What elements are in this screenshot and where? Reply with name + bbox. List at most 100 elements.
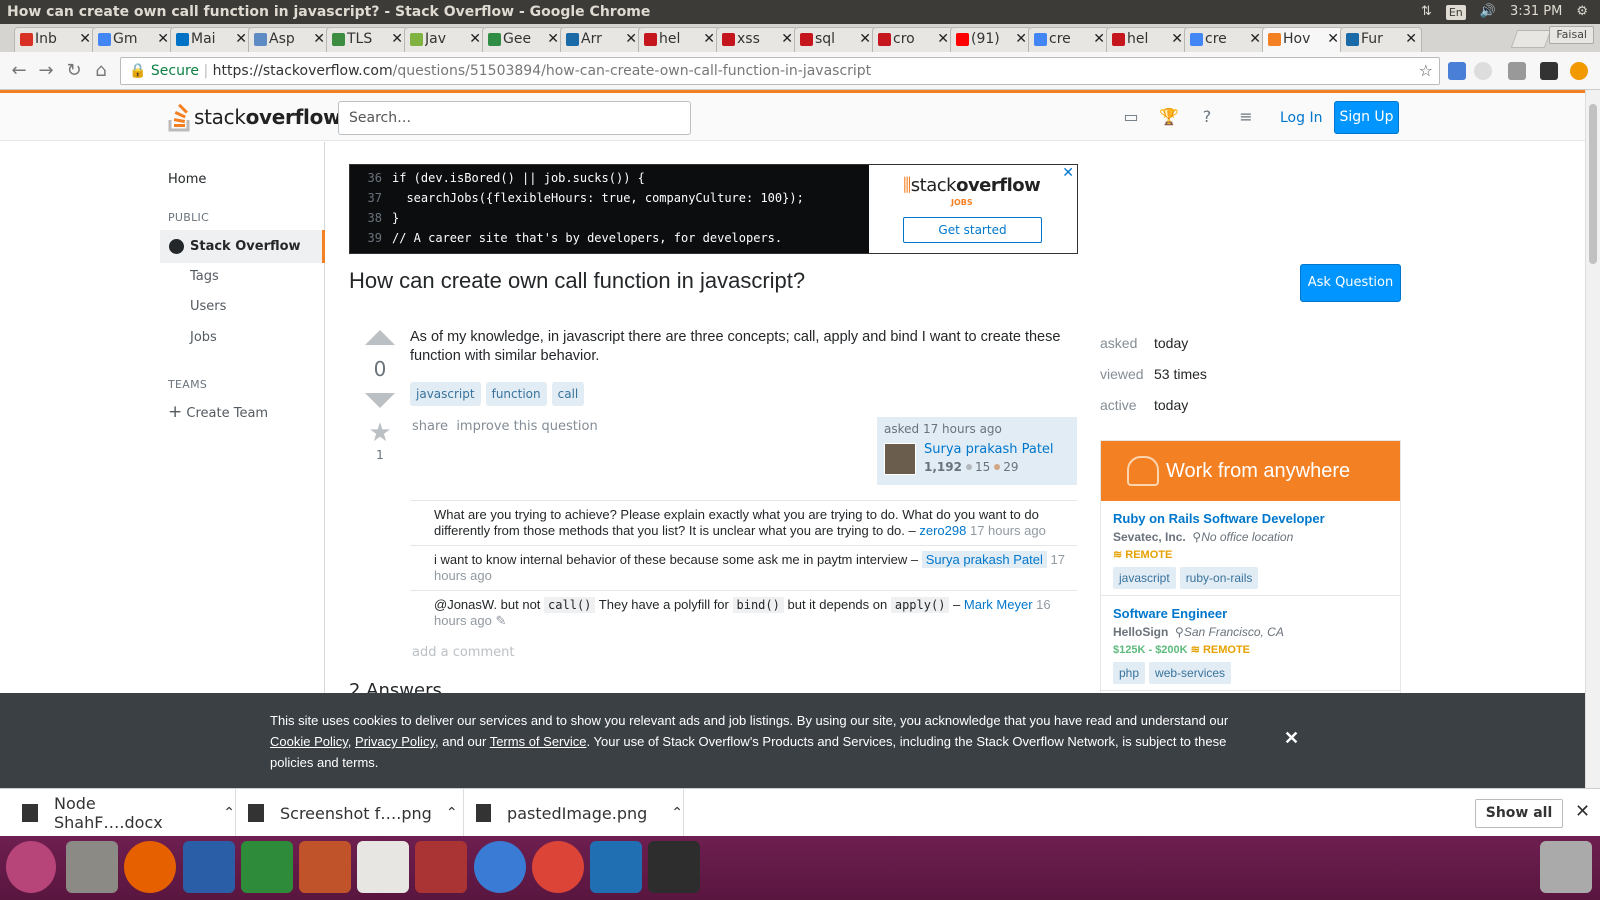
close-tab-icon[interactable]: ✕ <box>235 28 247 51</box>
close-tab-icon[interactable]: ✕ <box>391 28 403 51</box>
browser-tab[interactable]: Asp ✕ <box>248 27 330 52</box>
trophy-icon[interactable]: 🏆 <box>1158 107 1180 127</box>
close-tab-icon[interactable]: ✕ <box>859 28 871 51</box>
volume-icon[interactable]: 🔊 <box>1480 0 1496 24</box>
close-tab-icon[interactable]: ✕ <box>1171 28 1183 51</box>
close-tab-icon[interactable]: ✕ <box>1093 28 1105 51</box>
close-tab-icon[interactable]: ✕ <box>79 28 91 51</box>
nav-jobs[interactable]: Jobs <box>190 330 217 345</box>
privacy-policy-link[interactable]: Privacy Policy <box>355 734 435 749</box>
browser-tab[interactable]: Fur ✕ <box>1340 27 1422 52</box>
vscode-icon[interactable] <box>590 841 642 893</box>
terms-of-service-link[interactable]: Terms of Service <box>490 734 587 749</box>
chevron-up-icon[interactable]: ⌃ <box>671 805 683 821</box>
nav-users[interactable]: Users <box>190 299 226 314</box>
jobs-header[interactable]: Work from anywhere <box>1101 441 1400 501</box>
job-tag[interactable]: php <box>1113 662 1146 684</box>
chevron-up-icon[interactable]: ⌃ <box>223 805 235 821</box>
asker-name[interactable]: Surya prakash Patel <box>924 442 1054 457</box>
login-link[interactable]: Log In <box>1280 110 1322 126</box>
browser-tab[interactable]: cre ✕ <box>1028 27 1110 52</box>
omnibox[interactable]: 🔒 Secure | https://stackoverflow.com/que… <box>120 57 1440 85</box>
job-tag[interactable]: web-services <box>1149 662 1232 684</box>
close-tab-icon[interactable]: ✕ <box>1249 28 1261 51</box>
favorite-star-icon[interactable]: ★ <box>355 418 405 448</box>
close-tab-icon[interactable]: ✕ <box>1015 28 1027 51</box>
ad-get-started-button[interactable]: Get started <box>903 217 1042 243</box>
question-title[interactable]: How can create own call function in java… <box>349 268 805 294</box>
extension-icon[interactable] <box>1474 62 1492 80</box>
close-tab-icon[interactable]: ✕ <box>625 28 637 51</box>
nav-home[interactable]: Home <box>168 172 206 187</box>
close-tab-icon[interactable]: ✕ <box>547 28 559 51</box>
search-input[interactable]: Search… <box>338 101 691 135</box>
new-tab-button[interactable] <box>1510 30 1552 48</box>
chevron-up-icon[interactable]: ⌃ <box>446 805 458 821</box>
translate-extension-icon[interactable] <box>1448 62 1466 80</box>
back-icon[interactable]: ← <box>8 60 30 81</box>
signup-button[interactable]: Sign Up <box>1334 101 1399 134</box>
show-all-button[interactable]: Show all <box>1475 799 1563 828</box>
so-logo[interactable]: stack overflow <box>168 101 342 133</box>
close-tab-icon[interactable]: ✕ <box>313 28 325 51</box>
browser-tab[interactable]: cre ✕ <box>1184 27 1266 52</box>
browser-tab[interactable]: hel ✕ <box>638 27 720 52</box>
close-tab-icon[interactable]: ✕ <box>781 28 793 51</box>
browser-tab[interactable]: xss ✕ <box>716 27 798 52</box>
keyboard-language[interactable]: En <box>1445 4 1466 20</box>
browser-tab[interactable]: Mai ✕ <box>170 27 252 52</box>
browser-tab[interactable]: sql ✕ <box>794 27 876 52</box>
clock[interactable]: 3:31 PM <box>1510 0 1562 24</box>
stat-value[interactable]: today <box>1154 397 1188 413</box>
close-tab-icon[interactable]: ✕ <box>937 28 949 51</box>
job-tag[interactable]: ruby-on-rails <box>1179 567 1259 589</box>
tag-call[interactable]: call <box>551 382 585 406</box>
comment-user-link[interactable]: Mark Meyer <box>964 597 1033 612</box>
trash-icon[interactable] <box>1540 841 1592 893</box>
browser-tab[interactable]: Hov ✕ <box>1262 27 1344 52</box>
browser-tab[interactable]: Jav ✕ <box>404 27 486 52</box>
improve-question-link[interactable]: improve this question <box>456 419 597 434</box>
home-icon[interactable]: ⌂ <box>90 60 112 81</box>
browser-tab[interactable]: TLS ✕ <box>326 27 408 52</box>
cookie-policy-link[interactable]: Cookie Policy <box>270 734 348 749</box>
job-title[interactable]: Ruby on Rails Software Developer <box>1113 511 1388 526</box>
close-icon[interactable]: ✕ <box>1284 728 1299 749</box>
help-icon[interactable]: ? <box>1196 107 1218 127</box>
bookmark-star-icon[interactable]: ☆ <box>1419 58 1433 84</box>
writer-icon[interactable] <box>183 841 235 893</box>
close-tab-icon[interactable]: ✕ <box>703 28 715 51</box>
menu-alert-icon[interactable] <box>1570 62 1588 80</box>
job-listing[interactable]: Software Engineer HelloSign ⚲San Francisc… <box>1101 596 1400 691</box>
download-item[interactable]: Screenshot f….png ⌃ <box>236 789 464 837</box>
amazon-icon[interactable] <box>357 841 409 893</box>
close-icon[interactable]: ✕ <box>1062 165 1074 181</box>
profile-button[interactable]: Faisal <box>1549 26 1594 44</box>
network-icon[interactable]: ⇅ <box>1421 0 1432 24</box>
close-tab-icon[interactable]: ✕ <box>157 28 169 51</box>
upvote-icon[interactable] <box>365 330 395 345</box>
download-item[interactable]: pastedImage.png ⌃ <box>464 789 684 837</box>
tag-function[interactable]: function <box>485 382 547 406</box>
impress-icon[interactable] <box>299 841 351 893</box>
browser-tab[interactable]: hel ✕ <box>1106 27 1188 52</box>
files-icon[interactable] <box>66 841 118 893</box>
ask-question-button[interactable]: Ask Question <box>1300 264 1401 302</box>
reload-icon[interactable]: ↻ <box>63 60 85 81</box>
gear-icon[interactable]: ⚙ <box>1576 0 1588 24</box>
inbox-icon[interactable]: ▭ <box>1120 107 1142 127</box>
page-scrollbar[interactable] <box>1585 90 1600 788</box>
camera-extension-icon[interactable] <box>1508 62 1526 80</box>
close-tab-icon[interactable]: ✕ <box>1327 28 1339 51</box>
system-monitor-icon[interactable] <box>648 841 700 893</box>
calc-icon[interactable] <box>241 841 293 893</box>
ubuntu-icon[interactable] <box>6 841 56 893</box>
scrollbar-thumb[interactable] <box>1589 104 1597 264</box>
forward-icon[interactable]: → <box>35 60 57 81</box>
browser-tab[interactable]: (91) ✕ <box>950 27 1032 52</box>
download-item[interactable]: Node ShahF….docx ⌃ <box>0 789 236 837</box>
downvote-icon[interactable] <box>365 393 395 408</box>
share-link[interactable]: share <box>412 419 448 434</box>
chromium-icon[interactable] <box>474 841 526 893</box>
avatar[interactable] <box>884 443 916 475</box>
